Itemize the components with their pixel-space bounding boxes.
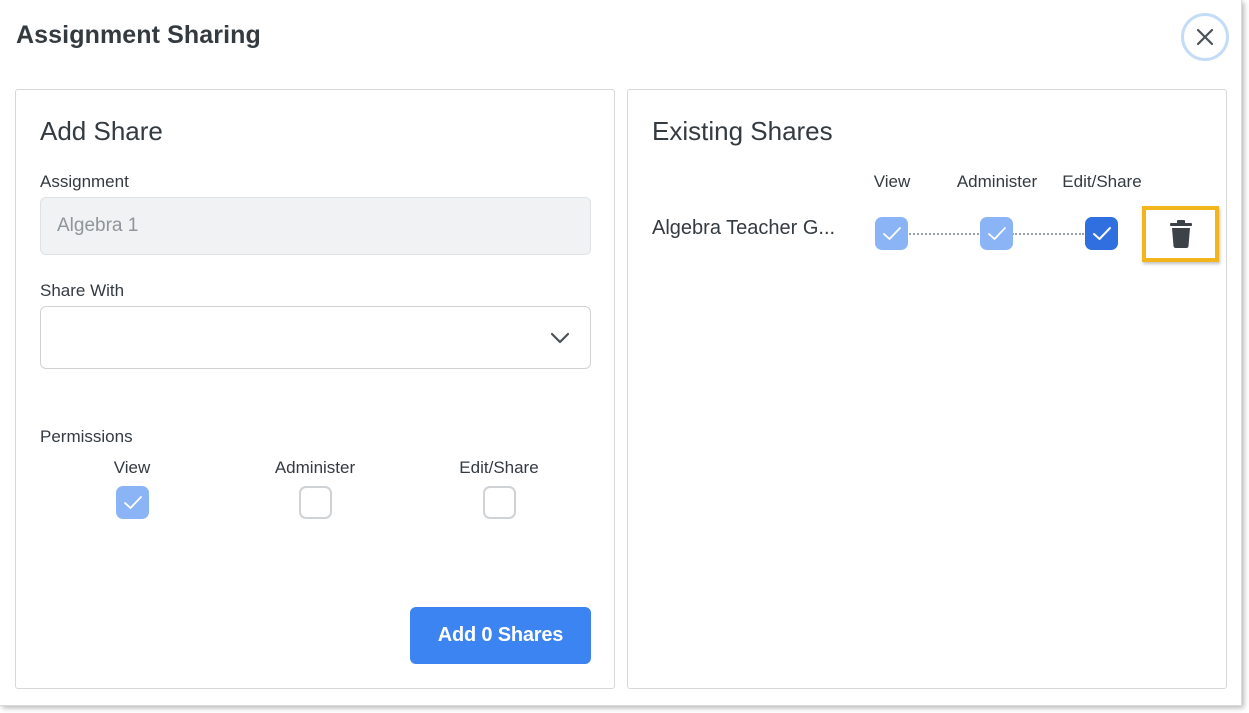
connector-line [906, 233, 979, 235]
share-row: Algebra Teacher G... [628, 200, 1228, 262]
trash-icon [1169, 220, 1192, 248]
column-header-administer: Administer [956, 172, 1038, 191]
chevron-down-icon [550, 332, 570, 344]
permission-view: View [62, 458, 202, 519]
permission-edit-share-label: Edit/Share [459, 458, 539, 477]
dialog-title: Assignment Sharing [16, 21, 261, 49]
close-icon [1196, 28, 1214, 46]
checkmark-icon [1093, 227, 1111, 240]
permission-edit-share-checkbox[interactable] [482, 486, 516, 519]
connector-line [1012, 233, 1084, 235]
share-with-label: Share With [40, 281, 125, 300]
share-view-checkbox[interactable] [875, 217, 908, 250]
existing-shares-title: Existing Shares [652, 116, 833, 146]
checkmark-icon [883, 227, 901, 240]
delete-share-button[interactable] [1142, 206, 1219, 262]
permission-administer-checkbox[interactable] [298, 486, 332, 519]
permission-administer: Administer [245, 458, 385, 519]
share-administer-checkbox[interactable] [980, 217, 1013, 250]
checkmark-icon [123, 496, 142, 509]
add-share-panel: Add Share Assignment Algebra 1 Share Wit… [15, 89, 615, 689]
column-header-view: View [873, 172, 911, 191]
permissions-label: Permissions [40, 427, 133, 446]
add-shares-button[interactable]: Add 0 Shares [410, 607, 591, 664]
column-header-edit-share: Edit/Share [1062, 172, 1142, 191]
assignment-sharing-dialog: Assignment Sharing Add Share Assignment … [0, 0, 1242, 706]
existing-shares-panel: Existing Shares View Administer Edit/Sha… [627, 89, 1227, 689]
assignment-label: Assignment [40, 172, 129, 191]
add-share-title: Add Share [40, 116, 163, 146]
permission-view-label: View [113, 458, 151, 477]
permission-view-checkbox[interactable] [115, 486, 149, 519]
share-name: Algebra Teacher G... [652, 217, 836, 239]
share-edit-share-checkbox[interactable] [1085, 217, 1118, 250]
permission-edit-share: Edit/Share [429, 458, 569, 519]
share-with-select[interactable] [40, 306, 591, 369]
assignment-field: Algebra 1 [40, 197, 591, 255]
close-button[interactable] [1181, 13, 1229, 61]
permission-administer-label: Administer [274, 458, 356, 477]
checkmark-icon [988, 227, 1006, 240]
assignment-value: Algebra 1 [57, 215, 139, 236]
